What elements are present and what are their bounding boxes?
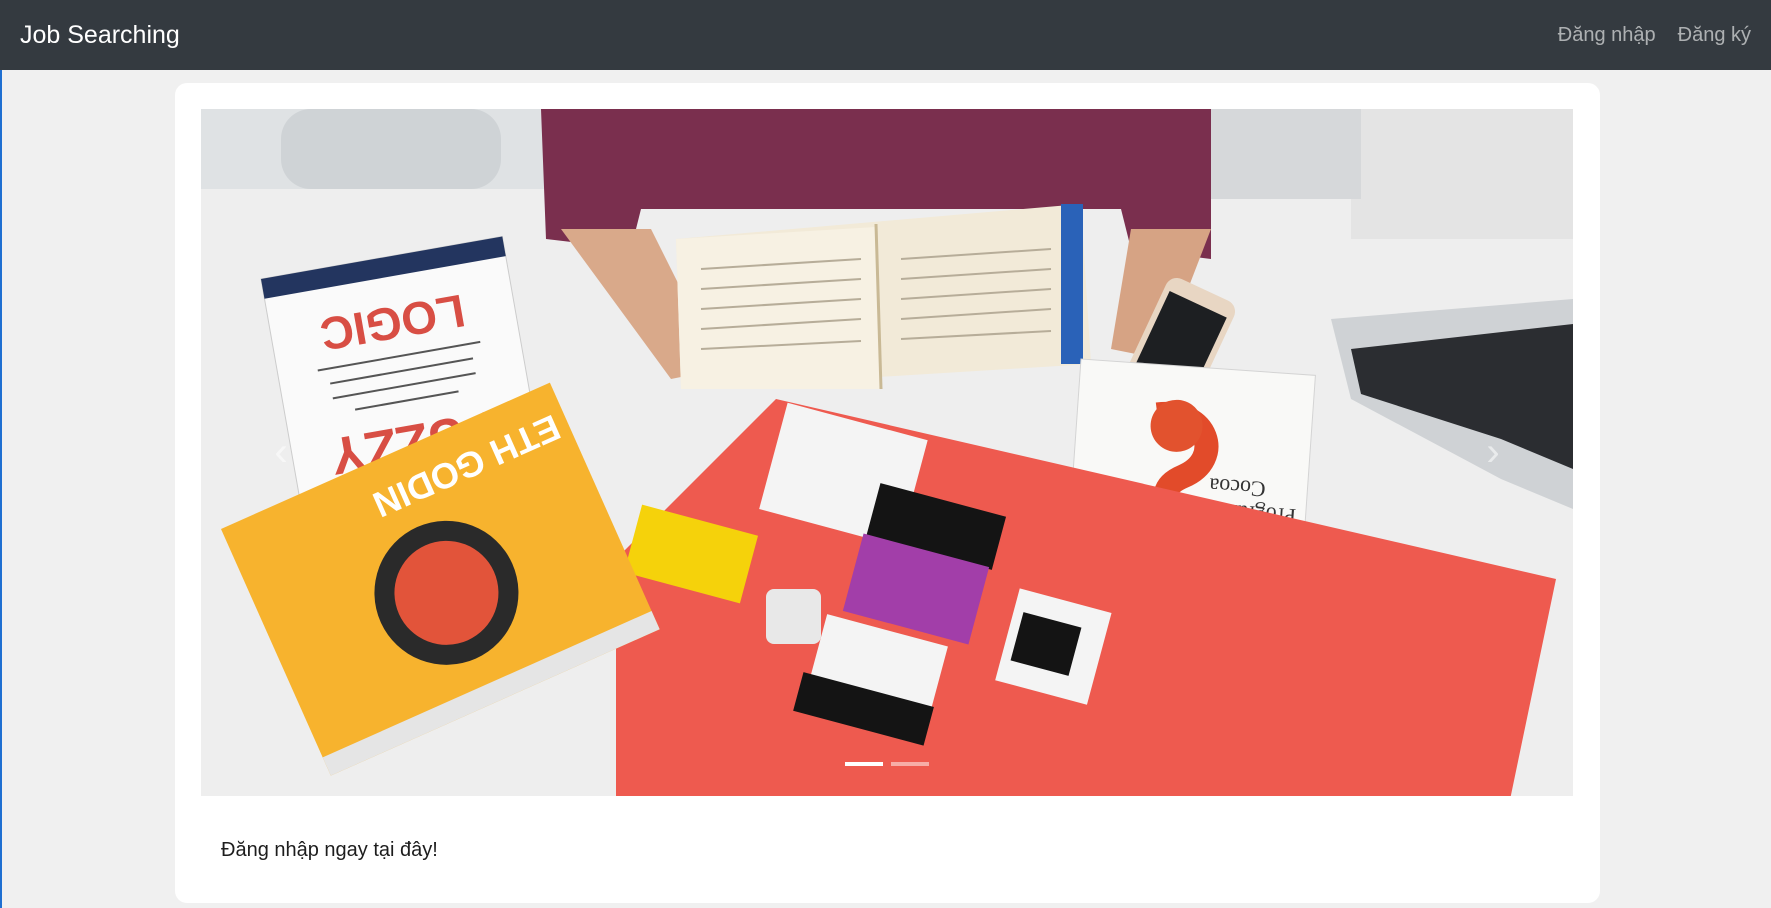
login-prompt-text: Đăng nhập ngay tại đây!: [221, 839, 438, 861]
carousel-next-button[interactable]: ›: [1413, 109, 1573, 796]
carousel-prev-button[interactable]: ‹: [201, 109, 361, 796]
carousel-indicators: [201, 762, 1573, 766]
register-link[interactable]: Đăng ký: [1678, 24, 1751, 47]
book-cocoa-title-1: Cocoa: [1208, 473, 1266, 502]
carousel-indicator-1[interactable]: [845, 762, 883, 766]
image-carousel: LOGIC FUZZY Cocoa Program: [201, 109, 1573, 796]
top-navbar: Job Searching Đăng nhập Đăng ký: [0, 0, 1771, 70]
carousel-indicator-2[interactable]: [891, 762, 929, 766]
main-card: LOGIC FUZZY Cocoa Program: [175, 83, 1600, 903]
login-link[interactable]: Đăng nhập: [1558, 24, 1656, 47]
window-edge: [0, 70, 2, 908]
chevron-right-icon: ›: [1486, 430, 1500, 474]
nav-links: Đăng nhập Đăng ký: [1558, 24, 1751, 47]
brand-link[interactable]: Job Searching: [20, 21, 180, 50]
chevron-left-icon: ‹: [274, 430, 288, 474]
carousel-slide-image: LOGIC FUZZY Cocoa Program: [201, 109, 1573, 796]
